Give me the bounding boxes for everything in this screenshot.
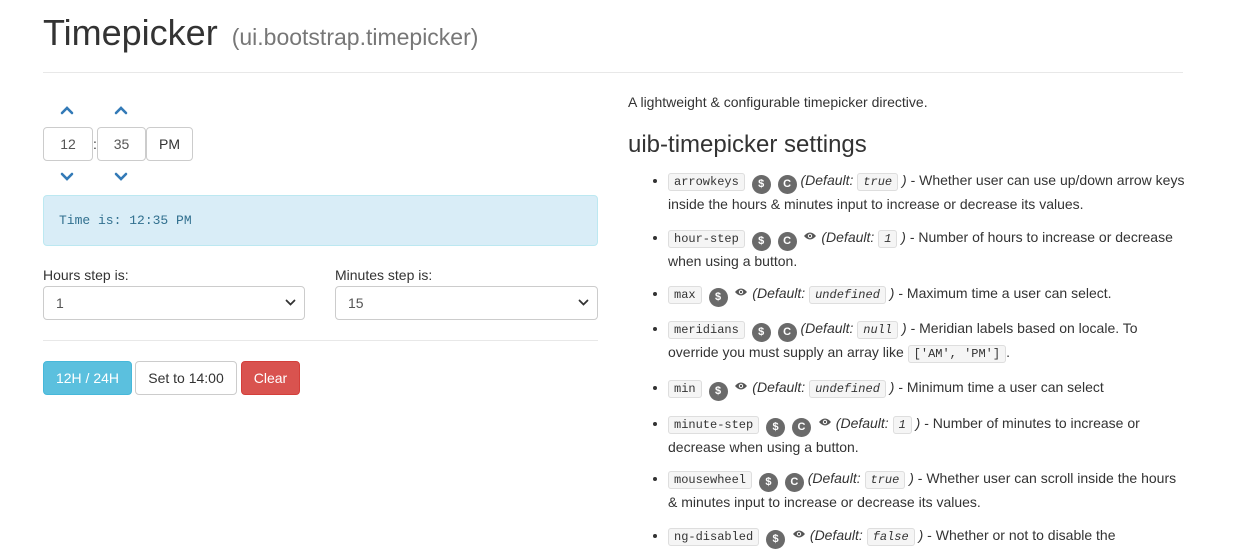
- hours-step-label: Hours step is:: [43, 267, 129, 283]
- toggle-12h-24h-button[interactable]: 12H / 24H: [43, 361, 132, 395]
- eye-icon: [818, 412, 832, 433]
- hours-input[interactable]: [43, 127, 93, 161]
- setting-item-hour-step: hour-step $ C (Default: 1 ) - Number of …: [668, 226, 1188, 272]
- dollar-badge-icon: $: [751, 231, 771, 251]
- setting-item-mousewheel: mousewheel $ C (Default: true ) - Whethe…: [668, 468, 1188, 513]
- setting-name: min: [668, 379, 702, 398]
- eye-icon: [734, 282, 748, 303]
- setting-item-meridians: meridians $ C (Default: null ) - Meridia…: [668, 318, 1188, 365]
- minutes-step-label: Minutes step is:: [335, 267, 433, 283]
- dollar-badge-icon: $: [751, 175, 771, 194]
- c-badge-icon: C: [784, 473, 804, 492]
- setting-tail: .: [1006, 344, 1010, 360]
- c-badge-icon: C: [777, 231, 797, 251]
- setting-example-code: ['AM', 'PM']: [907, 345, 1007, 363]
- default-value: (Default: 1 ): [835, 414, 921, 434]
- minutes-input[interactable]: [97, 127, 146, 161]
- chevron-down-icon: [578, 299, 589, 306]
- hours-decrement-chevron-down-icon[interactable]: [53, 167, 81, 187]
- setting-item-minute-step: minute-step $ C (Default: 1 ) - Number o…: [668, 412, 1188, 458]
- header-divider: [43, 72, 1183, 73]
- minutes-decrement-chevron-down-icon[interactable]: [107, 167, 135, 187]
- default-value: (Default: undefined ): [752, 285, 895, 304]
- setting-item-arrowkeys: arrowkeys $ C (Default: true ) - Whether…: [668, 170, 1188, 215]
- setting-item-max: max $ (Default: undefined ) - Maximum ti…: [668, 282, 1188, 307]
- chevron-down-icon: [285, 299, 296, 306]
- c-badge-icon: C: [777, 323, 797, 342]
- dollar-badge-icon: $: [766, 529, 786, 549]
- setting-description: - Whether or not to disable the: [927, 526, 1116, 543]
- page-title: Timepicker (ui.bootstrap.timepicker): [43, 10, 478, 60]
- directive-description: A lightweight & configurable timepicker …: [628, 94, 928, 110]
- clear-button[interactable]: Clear: [241, 361, 300, 395]
- setting-name: mousewheel: [668, 471, 753, 489]
- dollar-badge-icon: $: [708, 288, 728, 307]
- eye-icon: [792, 524, 806, 545]
- dollar-badge-icon: $: [766, 417, 786, 437]
- setting-item-ng-disabled: ng-disabled $ (Default: false ) - Whethe…: [668, 524, 1188, 549]
- default-value: (Default: true ): [800, 172, 907, 191]
- c-badge-icon: C: [792, 417, 811, 437]
- page-subtitle: (ui.bootstrap.timepicker): [231, 24, 479, 50]
- eye-icon: [803, 226, 817, 247]
- hours-step-value: 1: [56, 295, 64, 311]
- default-value: (Default: false ): [809, 526, 924, 546]
- setting-description: - Minimum time a user can select: [898, 378, 1104, 395]
- dollar-badge-icon: $: [758, 473, 778, 492]
- minutes-step-value: 15: [348, 295, 364, 311]
- title-text: Timepicker: [43, 12, 218, 53]
- c-badge-icon: C: [777, 175, 797, 194]
- meridian-toggle-button[interactable]: PM: [146, 127, 193, 161]
- setting-name: hour-step: [668, 229, 745, 248]
- hours-step-select[interactable]: 1: [43, 286, 305, 320]
- setting-name: ng-disabled: [668, 527, 760, 546]
- eye-icon: [734, 376, 748, 397]
- dollar-badge-icon: $: [751, 323, 771, 342]
- minutes-step-select[interactable]: 15: [335, 286, 598, 320]
- default-value: (Default: 1 ): [821, 228, 906, 248]
- default-value: (Default: null ): [800, 320, 907, 339]
- setting-name: arrowkeys: [668, 173, 745, 191]
- settings-list: arrowkeys $ C (Default: true ) - Whether…: [628, 170, 1188, 560]
- setting-item-min: min $ (Default: undefined ) - Minimum ti…: [668, 376, 1188, 401]
- setting-name: minute-step: [668, 415, 760, 434]
- setting-name: meridians: [668, 321, 745, 339]
- setting-name: max: [668, 286, 702, 304]
- settings-heading: uib-timepicker settings: [628, 131, 867, 158]
- default-value: (Default: undefined ): [752, 378, 895, 398]
- setting-description: - Maximum time a user can select.: [898, 285, 1112, 301]
- time-display-alert: Time is: 12:35 PM: [43, 195, 598, 246]
- minutes-increment-chevron-up-icon[interactable]: [107, 100, 135, 120]
- form-divider: [43, 340, 598, 341]
- set-to-1400-button[interactable]: Set to 14:00: [135, 361, 237, 395]
- hours-increment-chevron-up-icon[interactable]: [53, 100, 81, 120]
- setting-description: - Whether user can use up/down arrow key…: [668, 172, 1185, 212]
- default-value: (Default: true ): [807, 470, 914, 489]
- dollar-badge-icon: $: [708, 381, 728, 401]
